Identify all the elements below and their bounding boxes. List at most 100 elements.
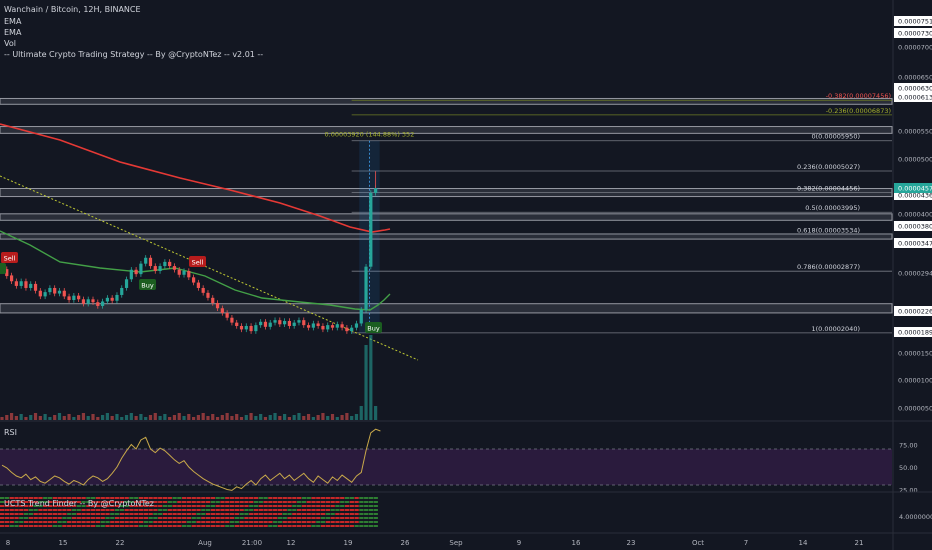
trend-stripe: [23, 509, 29, 511]
volume-bar: [57, 413, 62, 420]
trend-stripe: [182, 513, 187, 515]
candle-body: [211, 297, 215, 303]
candle-body: [230, 317, 234, 323]
trend-stripe: [277, 509, 283, 511]
trend-stripe: [33, 525, 38, 527]
trend-stripe: [244, 509, 249, 511]
indicator-legend-strategy[interactable]: -- Ultimate Crypto Trading Strategy -- B…: [4, 50, 263, 59]
trend-stripe: [191, 501, 196, 503]
trend-stripe: [320, 521, 326, 523]
trend-stripe: [153, 517, 158, 519]
trend-stripe: [292, 517, 297, 519]
trend-stripe: [306, 525, 311, 527]
trend-stripe: [52, 509, 57, 511]
trend-stripe: [167, 497, 172, 499]
volume-bar: [259, 414, 263, 420]
volume-bar: [225, 413, 229, 420]
trend-stripe: [129, 517, 134, 519]
buy-signal-label: Buy: [141, 282, 154, 290]
trend-stripe: [215, 497, 220, 499]
candle-body: [81, 299, 86, 304]
indicator-legend-ema-1[interactable]: EMA: [4, 17, 21, 26]
trend-stripe: [14, 517, 19, 519]
trend-stripe: [282, 521, 287, 523]
trend-stripe: [158, 513, 163, 515]
trend-stripe: [28, 521, 34, 523]
trend-stripe: [273, 521, 278, 523]
trend-stripe: [215, 517, 220, 519]
trend-stripe: [95, 509, 101, 511]
trend-stripe: [100, 521, 105, 523]
time-axis-label: 7: [744, 539, 748, 547]
trend-stripe: [162, 501, 168, 503]
time-axis-label: Aug: [198, 539, 212, 547]
trend-stripe: [292, 497, 297, 499]
trend-stripe: [330, 501, 335, 503]
volume-bar: [278, 416, 282, 420]
trend-stripe: [110, 525, 115, 527]
trend-stripe: [100, 509, 105, 511]
trend-stripe: [225, 501, 230, 503]
trend-finder-title[interactable]: UCTS Trend Finder -- By @CryptoNTez: [4, 499, 154, 508]
sr-zone: [0, 126, 893, 134]
trend-stripe: [354, 505, 359, 507]
trend-stripe: [296, 521, 302, 523]
candle-body: [14, 281, 18, 286]
volume-bar: [67, 414, 71, 420]
candle-body: [220, 308, 224, 313]
trend-stripe: [292, 501, 297, 503]
indicator-legend-vol[interactable]: Vol: [4, 39, 16, 48]
sr-zone: [0, 97, 893, 105]
trend-stripe: [196, 521, 201, 523]
trend-stripe: [249, 513, 254, 515]
trend-stripe: [76, 517, 81, 519]
trend-stripe: [57, 521, 62, 523]
trend-stripe: [105, 517, 110, 519]
trend-stripe: [325, 525, 331, 527]
trend-stripe: [253, 525, 259, 527]
candle-body: [115, 294, 119, 301]
trend-stripe: [349, 525, 354, 527]
trend-stripe: [373, 497, 378, 499]
trend-stripe: [349, 517, 354, 519]
trend-stripe: [373, 509, 378, 511]
trend-stripe: [340, 521, 345, 523]
chart-canvas[interactable]: -0.382(0.00007456) -0.236(0.00006873) 0(0.…: [0, 0, 932, 550]
trend-stripe: [239, 497, 244, 499]
candle-body: [177, 269, 181, 275]
trend-stripe: [273, 497, 278, 499]
trend-stripe: [325, 497, 331, 499]
trend-stripe: [57, 509, 62, 511]
trend-stripe: [287, 517, 292, 519]
indicator-legend-ema-2[interactable]: EMA: [4, 28, 21, 37]
trend-stripe: [325, 505, 331, 507]
price-axis-label: 0.00002260: [898, 308, 932, 316]
price-axis-label: 0.00002940: [898, 270, 932, 278]
trend-stripe: [14, 525, 19, 527]
trend-stripe: [215, 509, 220, 511]
trend-stripe: [14, 509, 19, 511]
symbol-title[interactable]: Wanchain / Bitcoin, 12H, BINANCE: [4, 5, 141, 14]
rsi-title[interactable]: RSI: [4, 428, 17, 437]
candle-body: [215, 302, 220, 309]
trend-stripe: [129, 509, 134, 511]
volume-bar: [38, 416, 42, 420]
trend-stripe: [134, 513, 139, 515]
trend-stripe: [38, 509, 43, 511]
trend-stripe: [153, 525, 158, 527]
trend-axis-label: 4.00000000: [899, 513, 932, 521]
volume-bar: [86, 416, 90, 420]
volume-bar: [254, 416, 258, 420]
trend-stripe: [340, 497, 345, 499]
trend-stripe: [172, 505, 177, 507]
volume-bar: [335, 417, 339, 420]
trend-stripe: [67, 521, 72, 523]
trend-stripe: [210, 521, 216, 523]
candle-body: [244, 325, 248, 330]
trend-stripe: [239, 505, 244, 507]
trend-stripe: [364, 501, 369, 503]
volume-bar: [24, 417, 28, 420]
trend-stripe: [258, 521, 263, 523]
volume-bar: [148, 415, 153, 420]
candle-body: [110, 297, 114, 301]
